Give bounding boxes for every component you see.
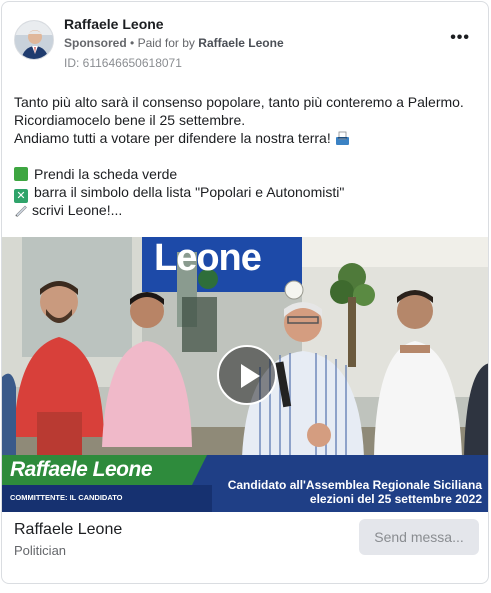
send-message-button[interactable]: Send messa... xyxy=(359,519,479,555)
post-line: Tanto più alto sarà il consenso popolare… xyxy=(14,94,464,110)
post-spacer xyxy=(14,147,484,165)
post-bullet: ✕ barra il simbolo della lista "Popolari … xyxy=(14,183,484,203)
video-sign-text: Leone xyxy=(154,237,262,279)
play-icon xyxy=(241,364,260,388)
post-text: Tanto più alto sarà il consenso popolare… xyxy=(14,93,484,219)
sponsored-label: Sponsored xyxy=(64,36,127,50)
video-candidacy: Candidato all'Assemblea Regionale Sicili… xyxy=(228,478,482,506)
ad-card: Raffaele Leone Sponsored • Paid for by R… xyxy=(1,1,489,584)
post-line: Ricordiamocelo bene il 25 settembre. xyxy=(14,112,246,128)
video-player[interactable]: Leone Raffaele Leone COMMITTENTE: IL CAN… xyxy=(2,237,488,512)
post-line: Andiamo tutti a votare per difendere la … xyxy=(14,129,484,147)
ad-id: ID: 611646650618071 xyxy=(64,56,182,70)
paid-for-by-label: Paid for by xyxy=(137,36,195,50)
footer-page-name[interactable]: Raffaele Leone xyxy=(14,521,122,539)
bullet-text: scrivi Leone!... xyxy=(32,202,123,218)
pen-icon xyxy=(15,205,27,217)
footer-category: Politician xyxy=(14,543,67,558)
play-button[interactable] xyxy=(217,345,277,405)
payer-name[interactable]: Raffaele Leone xyxy=(198,36,283,50)
more-options-button[interactable]: ••• xyxy=(450,29,470,46)
green-book-icon xyxy=(14,167,28,181)
bullet-text: Prendi la scheda verde xyxy=(34,166,178,182)
post-bullet: scrivi Leone!... xyxy=(14,201,484,219)
more-icon: ••• xyxy=(450,29,470,46)
bullet-text: barra il simbolo della lista "Popolari e… xyxy=(34,184,345,200)
sponsor-meta: Sponsored • Paid for by Raffaele Leone xyxy=(64,36,284,50)
post-bullet: Prendi la scheda verde xyxy=(14,165,484,183)
video-banner-name: Raffaele Leone xyxy=(10,458,153,481)
post-line-text: Andiamo tutti a votare per difendere la … xyxy=(14,130,331,146)
avatar[interactable] xyxy=(14,20,54,60)
candidacy-line: elezioni del 25 settembre 2022 xyxy=(309,492,482,506)
ballot-box-icon xyxy=(335,131,349,145)
page-name[interactable]: Raffaele Leone xyxy=(64,16,164,32)
candidacy-line: Candidato all'Assemblea Regionale Sicili… xyxy=(227,478,482,492)
video-committente: COMMITTENTE: IL CANDIDATO xyxy=(10,493,123,502)
meta-separator: • xyxy=(130,36,135,50)
